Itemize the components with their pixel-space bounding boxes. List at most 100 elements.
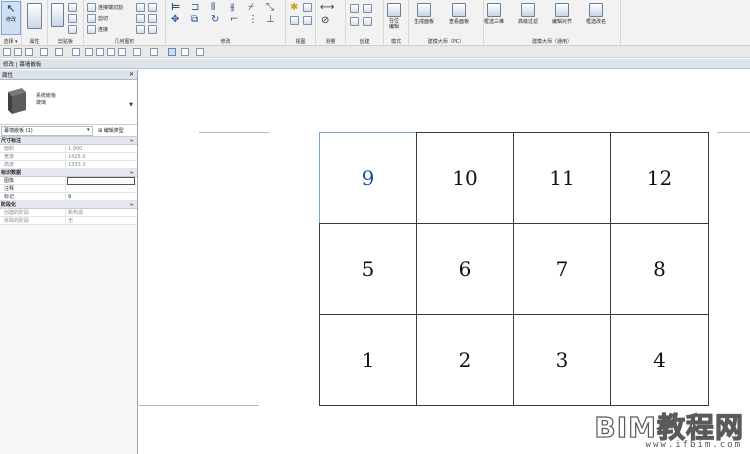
group-header-dimensions[interactable]: 尺寸标注 ≈: [0, 137, 137, 145]
match-type-icon[interactable]: [68, 25, 77, 34]
panel-cell[interactable]: 7: [513, 223, 611, 315]
panel-cell[interactable]: 2: [416, 314, 514, 406]
switch-windows-icon[interactable]: [196, 48, 204, 56]
modify-button[interactable]: ↖ 修改: [1, 1, 21, 35]
demolish-icon[interactable]: [148, 25, 157, 34]
instance-filter-select[interactable]: 幕墙嵌板 (1): [1, 126, 93, 136]
panel-cell[interactable]: 12: [610, 132, 709, 224]
collapse-icon[interactable]: ≈: [130, 137, 134, 145]
save-icon[interactable]: [14, 48, 22, 56]
measure-icon[interactable]: ⟷: [320, 3, 334, 13]
panel-cell[interactable]: 8: [610, 223, 709, 315]
filter-3d-button[interactable]: 框选三维: [484, 3, 504, 25]
undo-icon[interactable]: [40, 48, 48, 56]
offset-icon[interactable]: ⊐: [191, 3, 199, 13]
measure-qat-icon[interactable]: [85, 48, 93, 56]
model-pc-panel: 生成面板 查看面板 建模大师（PC）: [409, 0, 484, 46]
copy-element-icon[interactable]: ⧉: [191, 15, 198, 25]
create-parts-icon[interactable]: [363, 4, 372, 13]
hide-icon[interactable]: [290, 16, 299, 25]
trim-icon[interactable]: ⌐: [230, 15, 238, 25]
panel-cell[interactable]: 5: [319, 223, 417, 315]
filter-rename-button[interactable]: 框选改名: [586, 3, 606, 25]
cut-geometry-label[interactable]: 剪切: [98, 15, 108, 22]
advanced-filter-button[interactable]: 高级过滤: [518, 3, 538, 25]
lightbulb-icon[interactable]: ✱: [290, 3, 298, 13]
join-icon[interactable]: [87, 25, 96, 34]
copy-icon[interactable]: [68, 14, 77, 23]
drawing-canvas[interactable]: 9 10 11 12 5 6 7 8 1 2 3 4 BIM教程网 www.if…: [139, 70, 750, 454]
measure-panel: ⟷ ⊘ 测量: [316, 0, 346, 46]
panel-cell[interactable]: 1: [319, 314, 417, 406]
mirror-pick-icon[interactable]: ⫴: [211, 3, 215, 13]
redo-icon[interactable]: [55, 48, 63, 56]
array-icon[interactable]: ⋮: [248, 15, 258, 25]
paint-icon[interactable]: [136, 14, 145, 23]
property-value: 1.900: [68, 146, 83, 152]
close-hidden-icon[interactable]: [181, 48, 189, 56]
property-key: 拆除的阶段: [4, 217, 66, 225]
mark-field[interactable]: 9: [68, 193, 71, 201]
filter-rename-icon: [589, 3, 603, 17]
select-dropdown[interactable]: 选择 ▾: [0, 38, 21, 45]
wall-join-icon[interactable]: [136, 3, 145, 12]
panel-cell[interactable]: 3: [513, 314, 611, 406]
edit-type-button[interactable]: ⊞ 编辑类型: [98, 127, 124, 134]
join-label[interactable]: 连接: [98, 26, 108, 33]
view-panel-button-label: 查看面板: [449, 19, 470, 25]
split-icon[interactable]: ⌿: [248, 3, 254, 13]
pin-icon[interactable]: ⊥: [266, 15, 275, 25]
beam-join-icon[interactable]: [136, 25, 145, 34]
mirror-draw-icon[interactable]: ⫵: [230, 3, 235, 13]
move-icon[interactable]: ✥: [171, 15, 179, 25]
print-icon[interactable]: [72, 48, 80, 56]
collapse-icon[interactable]: ≈: [130, 169, 134, 177]
panel-cell[interactable]: 4: [610, 314, 709, 406]
clipboard-panel: 剪贴板: [48, 0, 84, 46]
text-icon[interactable]: [118, 48, 126, 56]
in-place-edit-button[interactable]: 在位 编辑: [387, 3, 401, 30]
edit-align-button[interactable]: 编辑对齐: [552, 3, 572, 25]
type-selector[interactable]: 系统嵌板 玻璃 ▼: [0, 80, 137, 125]
generate-panel-button[interactable]: 生成面板: [414, 3, 434, 25]
group-header-phasing[interactable]: 阶段化 ≈: [0, 201, 137, 209]
view-panel-icon: [452, 3, 466, 17]
scale-icon[interactable]: ⤡: [266, 3, 274, 13]
panel-cell[interactable]: 11: [513, 132, 611, 224]
tag-icon[interactable]: [107, 48, 115, 56]
linework-icon[interactable]: [303, 16, 312, 25]
dropdown-arrow-icon[interactable]: ▾: [87, 127, 90, 133]
dimension-icon[interactable]: ⊘: [321, 16, 329, 26]
cope-icon[interactable]: [87, 3, 96, 12]
thin-lines-icon[interactable]: [168, 48, 176, 56]
cut-icon[interactable]: [68, 3, 77, 12]
chevron-down-icon[interactable]: ▼: [129, 102, 133, 108]
properties-button[interactable]: [27, 3, 42, 29]
sync-icon[interactable]: [25, 48, 33, 56]
panel-cell[interactable]: 9: [319, 132, 417, 224]
close-icon[interactable]: ✕: [129, 71, 134, 78]
aligned-dim-icon[interactable]: [96, 48, 104, 56]
group-header-identity[interactable]: 标识数据 ≈: [0, 169, 137, 177]
rotate-icon[interactable]: ↻: [211, 15, 219, 25]
cope-label[interactable]: 连接端切割: [98, 4, 123, 11]
property-value: 1425.0: [68, 154, 86, 160]
collapse-icon[interactable]: ≈: [130, 201, 134, 209]
split-face-icon[interactable]: [148, 3, 157, 12]
remove-paint-icon[interactable]: [148, 14, 157, 23]
section-icon[interactable]: [150, 48, 158, 56]
override-graphics-icon[interactable]: [303, 3, 312, 12]
paste-button[interactable]: [51, 3, 64, 27]
view-panel-button[interactable]: 查看面板: [449, 3, 469, 25]
cut-geometry-icon[interactable]: [87, 14, 96, 23]
create-group-icon[interactable]: [350, 17, 359, 26]
modify-panel: ⊨ ✥ ⊐ ⧉ ⫴ ↻ ⫵ ⌐ ⌿ ⋮ ⤡ ⊥ 修改: [166, 0, 286, 46]
panel-cell[interactable]: 6: [416, 223, 514, 315]
align-icon[interactable]: ⊨: [171, 3, 180, 13]
create-similar-icon[interactable]: [363, 17, 372, 26]
create-assembly-icon[interactable]: [350, 4, 359, 13]
image-field[interactable]: [67, 177, 135, 185]
open-icon[interactable]: [3, 48, 11, 56]
panel-cell[interactable]: 10: [416, 132, 514, 224]
3d-view-icon[interactable]: [133, 48, 141, 56]
